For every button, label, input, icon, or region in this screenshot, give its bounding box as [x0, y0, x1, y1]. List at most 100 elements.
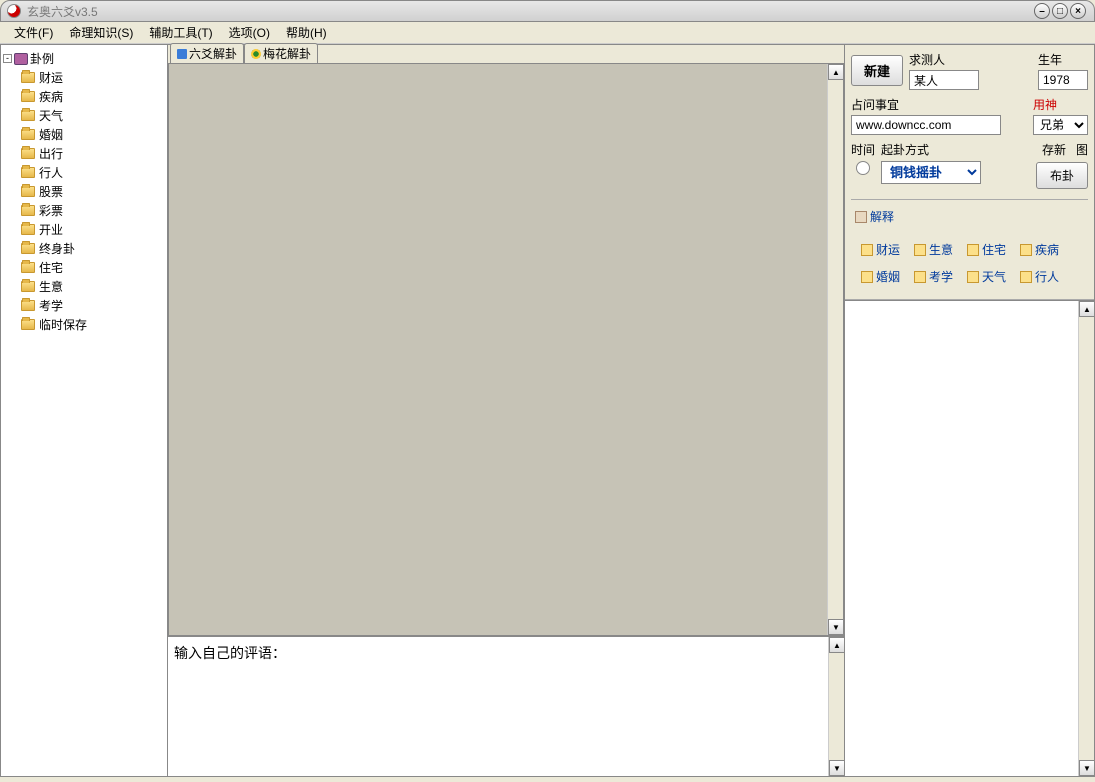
note-icon: [967, 244, 979, 256]
tabs: 六爻解卦 梅花解卦: [168, 45, 844, 63]
note-icon: [967, 271, 979, 283]
tree-root[interactable]: - 卦例: [3, 49, 165, 68]
scroll-down-button[interactable]: ▼: [1079, 760, 1095, 776]
tree-children: 财运 疾病 天气 婚姻 出行 行人 股票 彩票 开业 终身卦 住宅 生意 考学 …: [21, 68, 165, 334]
method-select[interactable]: 铜钱摇卦: [881, 161, 981, 184]
tab-meihua[interactable]: 梅花解卦: [244, 43, 318, 63]
link-explain[interactable]: 解释: [851, 206, 1088, 227]
link-jibing[interactable]: 疾病: [1020, 241, 1059, 258]
scroll-down-button[interactable]: ▼: [828, 619, 844, 635]
main-area: - 卦例 财运 疾病 天气 婚姻 出行 行人 股票 彩票 开业 终身卦 住宅 生…: [0, 44, 1095, 777]
output-scrollbar[interactable]: ▲ ▼: [1078, 301, 1094, 776]
folder-icon: [21, 243, 35, 254]
tree-item-xingren[interactable]: 行人: [21, 163, 165, 182]
yongshen-select[interactable]: 兄弟: [1033, 115, 1088, 135]
tu-label[interactable]: 图: [1076, 141, 1088, 158]
tree-item-shengyi[interactable]: 生意: [21, 277, 165, 296]
tree-item-tianqi[interactable]: 天气: [21, 106, 165, 125]
window-title: 玄奥六爻v3.5: [27, 3, 98, 20]
tree-item-caipiao[interactable]: 彩票: [21, 201, 165, 220]
book-icon: [14, 53, 28, 65]
link-zhuzhai[interactable]: 住宅: [967, 241, 1006, 258]
note-icon: [855, 211, 867, 223]
tree-item-hunyin[interactable]: 婚姻: [21, 125, 165, 144]
folder-icon: [21, 148, 35, 159]
note-icon: [861, 271, 873, 283]
vertical-scrollbar[interactable]: ▲ ▼: [827, 64, 843, 635]
yongshen-label: 用神: [1033, 96, 1088, 113]
scroll-down-button[interactable]: ▼: [829, 760, 845, 776]
menu-file[interactable]: 文件(F): [8, 22, 59, 43]
folder-icon: [21, 167, 35, 178]
folder-icon: [21, 319, 35, 330]
comment-prompt: 输入自己的评语：: [174, 645, 286, 661]
menubar: 文件(F) 命理知识(S) 辅助工具(T) 选项(O) 帮助(H): [0, 22, 1095, 44]
folder-icon: [21, 186, 35, 197]
folder-icon: [21, 110, 35, 121]
tree-item-chuxing[interactable]: 出行: [21, 144, 165, 163]
tab-icon: [177, 49, 187, 59]
collapse-icon[interactable]: -: [3, 54, 12, 63]
tree-root-label: 卦例: [30, 50, 54, 67]
folder-icon: [21, 281, 35, 292]
folder-icon: [21, 205, 35, 216]
center-panel: 六爻解卦 梅花解卦 ▲ ▼ 输入自己的评语： ▲ ▼: [168, 44, 845, 777]
scroll-up-button[interactable]: ▲: [828, 64, 844, 80]
scroll-up-button[interactable]: ▲: [829, 637, 845, 653]
bugua-button[interactable]: 布卦: [1036, 162, 1088, 189]
method-label: 起卦方式: [881, 141, 981, 158]
folder-icon: [21, 224, 35, 235]
scroll-up-button[interactable]: ▲: [1079, 301, 1095, 317]
note-icon: [914, 244, 926, 256]
tree-item-gupiao[interactable]: 股票: [21, 182, 165, 201]
tree-panel: - 卦例 财运 疾病 天气 婚姻 出行 行人 股票 彩票 开业 终身卦 住宅 生…: [0, 44, 168, 777]
link-shengyi[interactable]: 生意: [914, 241, 953, 258]
year-input[interactable]: [1038, 70, 1088, 90]
clock-icon[interactable]: [856, 161, 870, 175]
tree-item-linshibaocun[interactable]: 临时保存: [21, 315, 165, 334]
note-icon: [914, 271, 926, 283]
links-row-1: 财运 生意 住宅 疾病 婚姻 考学 天气 行人: [851, 233, 1088, 293]
link-hunyin[interactable]: 婚姻: [861, 268, 900, 285]
minimize-button[interactable]: –: [1034, 3, 1050, 19]
person-label: 求测人: [909, 51, 1032, 68]
folder-icon: [21, 129, 35, 140]
menu-tools[interactable]: 辅助工具(T): [143, 22, 218, 43]
menu-knowledge[interactable]: 命理知识(S): [63, 22, 139, 43]
maximize-button[interactable]: □: [1052, 3, 1068, 19]
link-caiyun[interactable]: 财运: [861, 241, 900, 258]
right-panel: 新建 求测人 生年 占问事宜: [845, 44, 1095, 777]
save-label[interactable]: 存新: [1042, 141, 1066, 158]
link-xingren[interactable]: 行人: [1020, 268, 1059, 285]
tree-item-caiyun[interactable]: 财运: [21, 68, 165, 87]
tree-item-kaiye[interactable]: 开业: [21, 220, 165, 239]
link-tianqi[interactable]: 天气: [967, 268, 1006, 285]
time-label: 时间: [851, 141, 875, 158]
folder-icon: [21, 72, 35, 83]
note-icon: [1020, 271, 1032, 283]
folder-icon: [21, 300, 35, 311]
tab-liuyao[interactable]: 六爻解卦: [170, 43, 244, 63]
tree-item-zhuzhai[interactable]: 住宅: [21, 258, 165, 277]
note-icon: [861, 244, 873, 256]
person-input[interactable]: [909, 70, 979, 90]
tree-item-kaoxue[interactable]: 考学: [21, 296, 165, 315]
link-kaoxue[interactable]: 考学: [914, 268, 953, 285]
tree-item-jibing[interactable]: 疾病: [21, 87, 165, 106]
menu-options[interactable]: 选项(O): [223, 22, 276, 43]
subject-label: 占问事宜: [851, 96, 1027, 113]
canvas-area: ▲ ▼: [168, 63, 844, 636]
comment-area[interactable]: 输入自己的评语： ▲ ▼: [168, 636, 844, 776]
menu-help[interactable]: 帮助(H): [280, 22, 333, 43]
folder-icon: [21, 91, 35, 102]
close-button[interactable]: ×: [1070, 3, 1086, 19]
new-button[interactable]: 新建: [851, 55, 903, 86]
tree-item-zhongshengua[interactable]: 终身卦: [21, 239, 165, 258]
subject-input[interactable]: [851, 115, 1001, 135]
comment-scrollbar[interactable]: ▲ ▼: [828, 637, 844, 776]
form-panel: 新建 求测人 生年 占问事宜: [845, 45, 1094, 300]
app-icon: [7, 4, 21, 18]
tab-icon: [251, 49, 261, 59]
right-output: ▲ ▼: [845, 300, 1094, 776]
titlebar: 玄奥六爻v3.5 – □ ×: [0, 0, 1095, 22]
